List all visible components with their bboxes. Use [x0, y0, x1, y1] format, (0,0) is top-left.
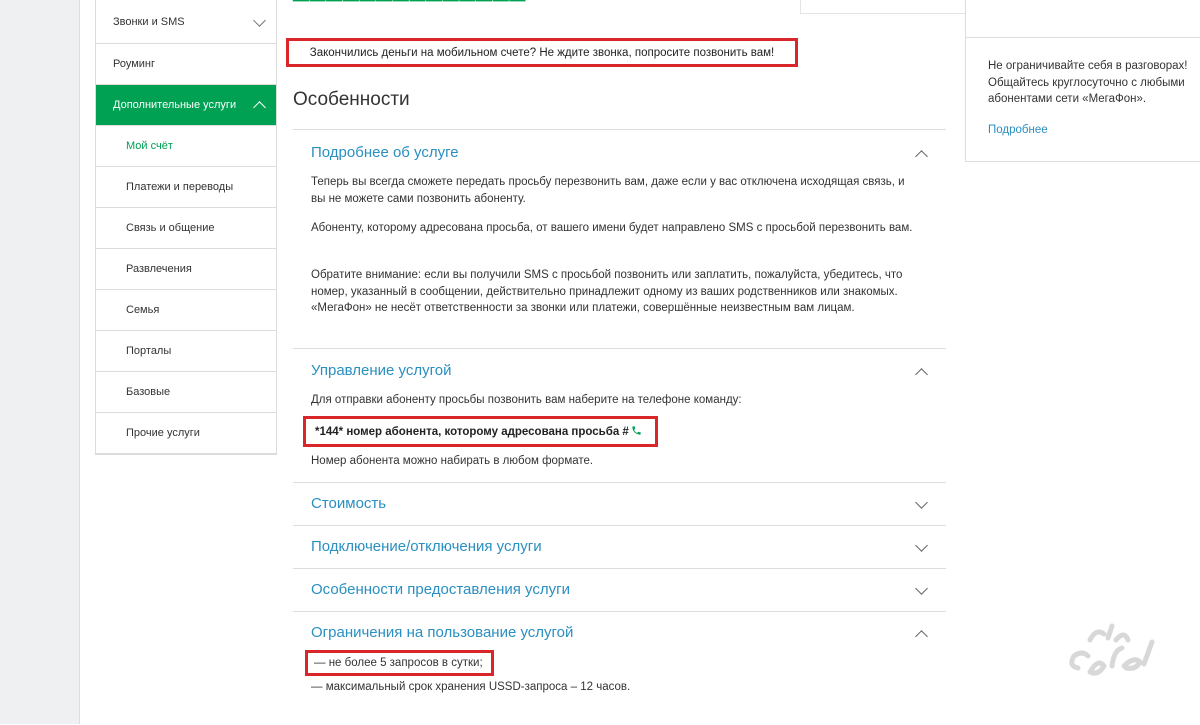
chevron-up-icon[interactable] — [915, 368, 928, 381]
promo-line: Не ограничивайте себя в разговорах! — [988, 60, 1188, 72]
sidebar-item-basic[interactable]: Базовые — [96, 372, 276, 413]
sidebar-item-entertainment[interactable]: Развлечения — [96, 249, 276, 290]
sidebar-item-family[interactable]: Семья — [96, 290, 276, 331]
chevron-down-icon[interactable] — [915, 496, 928, 509]
paragraph: Абоненту, которому адресована просьба, о… — [311, 222, 913, 234]
sidebar-item-label: Связь и общение — [126, 222, 215, 234]
paragraph: Для отправки абоненту просьбы позвонить … — [311, 394, 742, 406]
divider — [965, 37, 1200, 38]
sidebar-item-label: Развлечения — [126, 263, 192, 275]
paragraph: Теперь вы всегда сможете передать просьб… — [311, 176, 905, 205]
left-gutter — [0, 0, 80, 724]
watermark-logo — [1069, 623, 1155, 676]
chevron-up-icon — [253, 101, 266, 114]
sidebar-nav: Звонки и SMS Роуминг Дополнительные услу… — [95, 0, 277, 455]
sidebar-item-roaming[interactable]: Роуминг — [96, 44, 276, 85]
sidebar-item-label: Платежи и переводы — [126, 181, 234, 193]
accordion-features[interactable]: Особенности предоставления услуги — [293, 568, 946, 612]
page-title-cropped: ━━━━━━━━━━━━━━ — [293, 0, 526, 15]
accordion-header-management[interactable]: Управление услугой — [311, 362, 452, 379]
promo-line: абонентами сети «МегаФон». — [988, 93, 1147, 105]
sidebar-item-payments[interactable]: Платежи и переводы — [96, 167, 276, 208]
accordion-header-cost[interactable]: Стоимость — [311, 495, 386, 512]
highlighted-limit: — не более 5 запросов в сутки; — [305, 650, 494, 676]
sidebar-item-communication[interactable]: Связь и общение — [96, 208, 276, 249]
sidebar-item-label: Роуминг — [113, 58, 156, 70]
highlighted-notice: Закончились деньги на мобильном счете? Н… — [286, 38, 798, 67]
promo-line: Общайтесь круглосуточно с любыми — [988, 76, 1185, 89]
sidebar-item-calls-sms[interactable]: Звонки и SMS — [96, 0, 276, 44]
phone-icon — [631, 425, 642, 439]
list-item: — не более 5 запросов в сутки; — [314, 657, 483, 669]
sidebar-item-portals[interactable]: Порталы — [96, 331, 276, 372]
chevron-up-icon[interactable] — [915, 630, 928, 643]
section-title: Особенности — [293, 89, 410, 110]
paragraph: Обратите внимание: если вы получили SMS … — [311, 269, 903, 314]
accordion-header-restrictions[interactable]: Ограничения на пользование услугой — [311, 624, 573, 641]
notice-text: Закончились деньги на мобильном счете? Н… — [309, 46, 775, 59]
sidebar-item-label: Семья — [126, 304, 160, 316]
sidebar-item-label: Дополнительные услуги — [113, 99, 237, 111]
sidebar-item-label: Базовые — [126, 386, 171, 398]
sidebar-item-label: Мой счёт — [126, 140, 173, 152]
accordion-details: Подробнее об услуге Теперь вы всегда смо… — [293, 129, 946, 349]
promo-more-link[interactable]: Подробнее — [988, 124, 1048, 136]
paragraph: Номер абонента можно набирать в любом фо… — [311, 455, 594, 467]
sidebar-item-label: Звонки и SMS — [113, 15, 185, 28]
chevron-down-icon[interactable] — [915, 539, 928, 552]
promo-text: Не ограничивайте себя в разговорах! Обща… — [988, 58, 1200, 108]
chevron-up-icon[interactable] — [915, 150, 928, 163]
sidebar-item-my-account[interactable]: Мой счёт — [96, 126, 276, 167]
accordion-cost[interactable]: Стоимость — [293, 482, 946, 526]
ussd-command: *144* номер абонента, которому адресован… — [315, 425, 629, 438]
accordion-connect[interactable]: Подключение/отключения услуги — [293, 525, 946, 569]
highlighted-ussd-command: *144* номер абонента, которому адресован… — [303, 416, 658, 447]
accordion-header-connect[interactable]: Подключение/отключения услуги — [311, 538, 542, 555]
sidebar-item-label: Прочие услуги — [126, 427, 200, 439]
sidebar-item-extra-services[interactable]: Дополнительные услуги — [96, 85, 276, 126]
list-item: — максимальный срок хранения USSD-запрос… — [311, 681, 631, 693]
accordion-header-details[interactable]: Подробнее об услуге — [311, 144, 459, 161]
sidebar-item-other[interactable]: Прочие услуги — [96, 413, 276, 454]
accordion-header-features[interactable]: Особенности предоставления услуги — [311, 581, 570, 598]
sidebar-item-label: Порталы — [126, 345, 172, 357]
chevron-down-icon — [253, 13, 266, 27]
divider — [800, 0, 801, 13]
chevron-down-icon[interactable] — [915, 582, 928, 595]
